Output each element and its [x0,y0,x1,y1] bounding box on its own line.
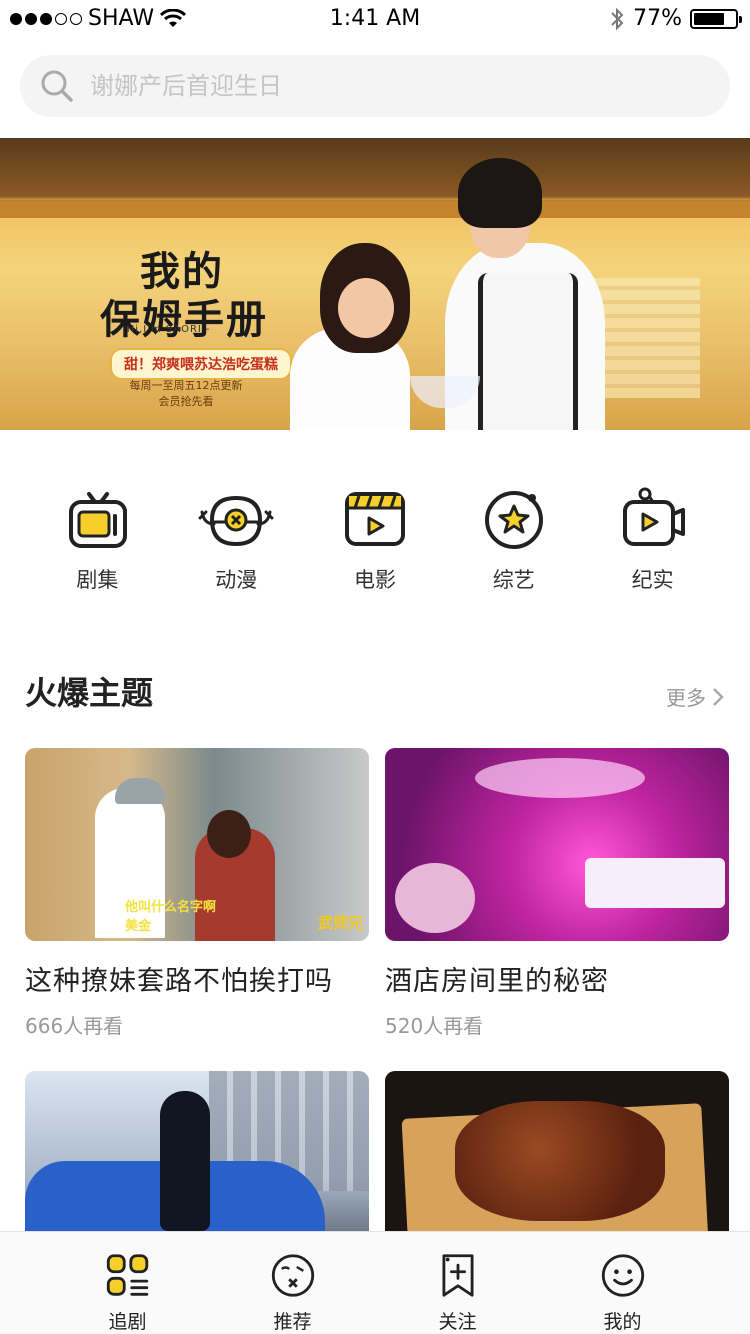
category-variety[interactable]: 综艺 [444,484,583,594]
tab-label: 我的 [603,1311,642,1333]
tv-icon [69,492,128,548]
banner-subtitle: - Hi,I'm SAORI - [118,324,211,335]
video-caption: 他叫什么名字啊 美金 [125,900,217,934]
category-label: 电影 [353,568,396,592]
category-series[interactable]: 剧集 [28,484,167,594]
tab-mine[interactable]: 我的 [568,1232,678,1334]
grid-icon [106,1254,148,1296]
banner-pill: 甜！郑爽喂苏达浩吃蛋糕 [110,348,292,380]
banner-shelf [0,200,750,218]
tab-label: 推荐 [273,1311,312,1333]
bluetooth-icon [611,7,624,30]
wink-face-icon [271,1254,314,1297]
category-label: 纪实 [631,568,674,592]
chevron-right-icon [713,687,724,706]
tab-label: 关注 [438,1311,477,1333]
section-title: 火爆主题 [25,674,154,712]
search-bar[interactable] [20,55,730,117]
category-label: 剧集 [76,568,119,592]
battery-percent: 77% [633,6,682,31]
viewer-count: 666人再看 [25,1014,124,1038]
anime-icon [198,495,274,547]
category-anime[interactable]: 动漫 [167,484,306,594]
banner-carousel[interactable]: 我的 保姆手册 - Hi,I'm SAORI - 甜！郑爽喂苏达浩吃蛋糕 每周一… [0,138,750,430]
topic-card[interactable]: 酒店房间里的秘密 520人再看 [385,748,729,1039]
topic-title[interactable]: 酒店房间里的秘密 [385,959,729,998]
tab-following-shows[interactable]: 追剧 [73,1232,183,1334]
camera-icon [622,487,685,546]
more-label: 更多 [666,686,706,710]
viewer-count: 520人再看 [385,1014,484,1038]
topic-card[interactable]: 他叫什么名字啊 美金 武师兄 这种撩妹套路不怕挨打吗 666人再看 [25,748,369,1039]
banner-actor-apron [478,273,578,430]
topic-title[interactable]: 这种撩妹套路不怕挨打吗 [25,959,369,998]
search-icon [41,70,73,102]
status-right: 77% [609,6,742,31]
battery-icon [690,8,742,29]
category-label: 动漫 [215,568,258,592]
tab-follow[interactable]: 关注 [403,1232,513,1334]
banner-schedule: 每周一至周五12点更新 会员抢先看 [116,378,256,410]
banner-title-line1: 我的 [140,249,224,295]
smile-face-icon [601,1254,644,1297]
category-label: 综艺 [492,568,535,592]
banner-schedule-line2: 会员抢先看 [158,395,214,408]
banner-title-line2: 保姆手册 [100,297,268,343]
topic-thumbnail[interactable]: 他叫什么名字啊 美金 武师兄 [25,748,369,941]
topic-thumbnail[interactable] [385,748,729,941]
bookmark-plus-icon [441,1254,474,1297]
bottom-tab-bar: 追剧 推荐 关注 我的 [0,1231,750,1334]
status-bar: SHAW 1:41 AM 77% [0,0,750,40]
tab-label: 追剧 [108,1311,147,1333]
movie-icon [344,492,405,546]
banner-actress-face [338,278,394,338]
more-link[interactable]: 更多 [666,682,724,711]
variety-star-icon [484,491,543,549]
search-input[interactable] [90,72,690,100]
category-movie[interactable]: 电影 [306,484,445,594]
banner-schedule-line1: 每周一至周五12点更新 [129,379,243,392]
category-nav: 剧集 动漫 电影 综艺 纪实 [28,484,722,594]
category-documentary[interactable]: 纪实 [583,484,722,594]
tab-recommend[interactable]: 推荐 [238,1232,348,1334]
banner-actor-hair [458,158,542,228]
channel-logo: 武师兄 [317,914,363,932]
